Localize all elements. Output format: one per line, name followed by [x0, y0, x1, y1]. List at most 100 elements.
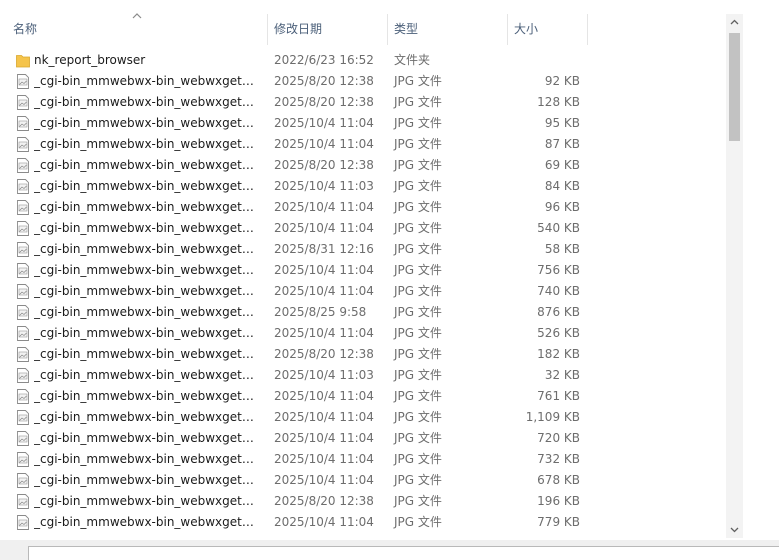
file-type: JPG 文件: [394, 431, 442, 445]
file-size: 526 KB: [537, 326, 580, 340]
status-bar: [0, 540, 779, 560]
scroll-down-arrow-icon[interactable]: [730, 525, 739, 534]
image-file-icon: [16, 158, 30, 173]
file-name: _cgi-bin_mmwebwx-bin_webwxgetms...: [34, 389, 262, 403]
file-row[interactable]: _cgi-bin_mmwebwx-bin_webwxgetms... 2025/1…: [0, 197, 726, 218]
image-file-icon: [16, 221, 30, 236]
column-header-size[interactable]: 大小: [508, 14, 588, 45]
scrollbar-thumb[interactable]: [729, 33, 740, 141]
file-date: 2025/8/20 12:38: [274, 347, 374, 361]
column-header-type[interactable]: 类型: [388, 14, 508, 45]
file-date: 2025/10/4 11:04: [274, 515, 374, 529]
file-type: JPG 文件: [394, 305, 442, 319]
file-name: nk_report_browser: [34, 53, 146, 67]
file-row[interactable]: _cgi-bin_mmwebwx-bin_webwxgetms... 2025/8…: [0, 491, 726, 512]
file-type: JPG 文件: [394, 368, 442, 382]
file-date: 2025/10/4 11:03: [274, 368, 374, 382]
file-row[interactable]: _cgi-bin_mmwebwx-bin_webwxgetms... 2025/8…: [0, 71, 726, 92]
file-name: _cgi-bin_mmwebwx-bin_webwxgetms...: [34, 452, 262, 466]
file-row[interactable]: _cgi-bin_mmwebwx-bin_webwxgetms... 2025/1…: [0, 386, 726, 407]
file-size: 720 KB: [537, 431, 580, 445]
file-name: _cgi-bin_mmwebwx-bin_webwxgetms...: [34, 410, 262, 424]
image-file-icon: [16, 515, 30, 530]
file-type: 文件夹: [394, 53, 431, 67]
file-row[interactable]: _cgi-bin_mmwebwx-bin_webwxgetms... 2025/1…: [0, 323, 726, 344]
file-name: _cgi-bin_mmwebwx-bin_webwxgetms...: [34, 473, 262, 487]
file-name: _cgi-bin_mmwebwx-bin_webwxgetms...: [34, 326, 262, 340]
image-file-icon: [16, 389, 30, 404]
file-size: 1,109 KB: [525, 410, 580, 424]
file-date: 2025/8/20 12:38: [274, 74, 374, 88]
file-type: JPG 文件: [394, 200, 442, 214]
file-type: JPG 文件: [394, 389, 442, 403]
file-type: JPG 文件: [394, 452, 442, 466]
file-name: _cgi-bin_mmwebwx-bin_webwxgetms...: [34, 95, 262, 109]
file-row[interactable]: _cgi-bin_mmwebwx-bin_webwxgetms... 2025/1…: [0, 113, 726, 134]
file-date: 2025/10/4 11:03: [274, 179, 374, 193]
image-file-icon: [16, 452, 30, 467]
file-row[interactable]: _cgi-bin_mmwebwx-bin_webwxgetms... 2025/1…: [0, 260, 726, 281]
file-row[interactable]: _cgi-bin_mmwebwx-bin_webwxgetms... 2025/1…: [0, 365, 726, 386]
file-size: 96 KB: [544, 200, 580, 214]
image-file-icon: [16, 473, 30, 488]
image-file-icon: [16, 410, 30, 425]
file-type: JPG 文件: [394, 347, 442, 361]
image-file-icon: [16, 242, 30, 257]
file-size: 87 KB: [544, 137, 580, 151]
file-row[interactable]: _cgi-bin_mmwebwx-bin_webwxgetms... 2025/8…: [0, 239, 726, 260]
file-size: 196 KB: [537, 494, 580, 508]
file-size: 58 KB: [544, 242, 580, 256]
file-row[interactable]: _cgi-bin_mmwebwx-bin_webwxgetms... 2025/1…: [0, 449, 726, 470]
image-file-icon: [16, 179, 30, 194]
file-type: JPG 文件: [394, 410, 442, 424]
image-file-icon: [16, 116, 30, 131]
file-name: _cgi-bin_mmwebwx-bin_webwxgetms...: [34, 242, 262, 256]
file-type: JPG 文件: [394, 326, 442, 340]
file-row[interactable]: _cgi-bin_mmwebwx-bin_webwxgetms... 2025/8…: [0, 344, 726, 365]
file-name: _cgi-bin_mmwebwx-bin_webwxgetms...: [34, 305, 262, 319]
file-name: _cgi-bin_mmwebwx-bin_webwxgetms...: [34, 263, 262, 277]
file-row[interactable]: _cgi-bin_mmwebwx-bin_webwxgetms... 2025/1…: [0, 428, 726, 449]
vertical-scrollbar[interactable]: [726, 14, 743, 538]
file-date: 2025/10/4 11:04: [274, 452, 374, 466]
file-type: JPG 文件: [394, 263, 442, 277]
file-type: JPG 文件: [394, 242, 442, 256]
file-name: _cgi-bin_mmwebwx-bin_webwxgetms...: [34, 368, 262, 382]
file-date: 2025/10/4 11:04: [274, 137, 374, 151]
file-row[interactable]: _cgi-bin_mmwebwx-bin_webwxgetms... 2025/8…: [0, 92, 726, 113]
file-date: 2025/10/4 11:04: [274, 326, 374, 340]
scroll-up-arrow-icon[interactable]: [730, 18, 739, 27]
file-date: 2025/10/4 11:04: [274, 221, 374, 235]
file-name: _cgi-bin_mmwebwx-bin_webwxgetms...: [34, 200, 262, 214]
file-size: 876 KB: [537, 305, 580, 319]
image-file-icon: [16, 368, 30, 383]
file-name: _cgi-bin_mmwebwx-bin_webwxgetms...: [34, 158, 262, 172]
image-file-icon: [16, 95, 30, 110]
image-file-icon: [16, 326, 30, 341]
file-row[interactable]: _cgi-bin_mmwebwx-bin_webwxgetms... 2025/1…: [0, 281, 726, 302]
file-size: 678 KB: [537, 473, 580, 487]
column-header-date[interactable]: 修改日期: [268, 14, 388, 45]
file-row[interactable]: _cgi-bin_mmwebwx-bin_webwxgetms... 2025/1…: [0, 218, 726, 239]
file-row[interactable]: _cgi-bin_mmwebwx-bin_webwxgetms... 2025/8…: [0, 155, 726, 176]
column-header-name[interactable]: 名称: [3, 14, 268, 45]
file-row[interactable]: _cgi-bin_mmwebwx-bin_webwxgetms... 2025/1…: [0, 134, 726, 155]
image-file-icon: [16, 431, 30, 446]
file-row[interactable]: _cgi-bin_mmwebwx-bin_webwxgetms... 2025/1…: [0, 176, 726, 197]
file-type: JPG 文件: [394, 95, 442, 109]
file-name: _cgi-bin_mmwebwx-bin_webwxgetms...: [34, 221, 262, 235]
file-date: 2025/10/4 11:04: [274, 116, 374, 130]
image-file-icon: [16, 263, 30, 278]
file-type: JPG 文件: [394, 473, 442, 487]
file-row[interactable]: _cgi-bin_mmwebwx-bin_webwxgetms... 2025/8…: [0, 302, 726, 323]
column-header-bar: 名称 修改日期 类型 大小: [0, 13, 726, 45]
file-row[interactable]: nk_report_browser 2022/6/23 16:52 文件夹: [0, 50, 726, 71]
file-row[interactable]: _cgi-bin_mmwebwx-bin_webwxgetms... 2025/1…: [0, 512, 726, 533]
file-type: JPG 文件: [394, 515, 442, 529]
file-size: 182 KB: [537, 347, 580, 361]
image-file-icon: [16, 284, 30, 299]
file-row[interactable]: _cgi-bin_mmwebwx-bin_webwxgetms... 2025/1…: [0, 407, 726, 428]
file-row[interactable]: _cgi-bin_mmwebwx-bin_webwxgetms... 2025/1…: [0, 470, 726, 491]
file-date: 2025/10/4 11:04: [274, 389, 374, 403]
file-size: 92 KB: [544, 74, 580, 88]
